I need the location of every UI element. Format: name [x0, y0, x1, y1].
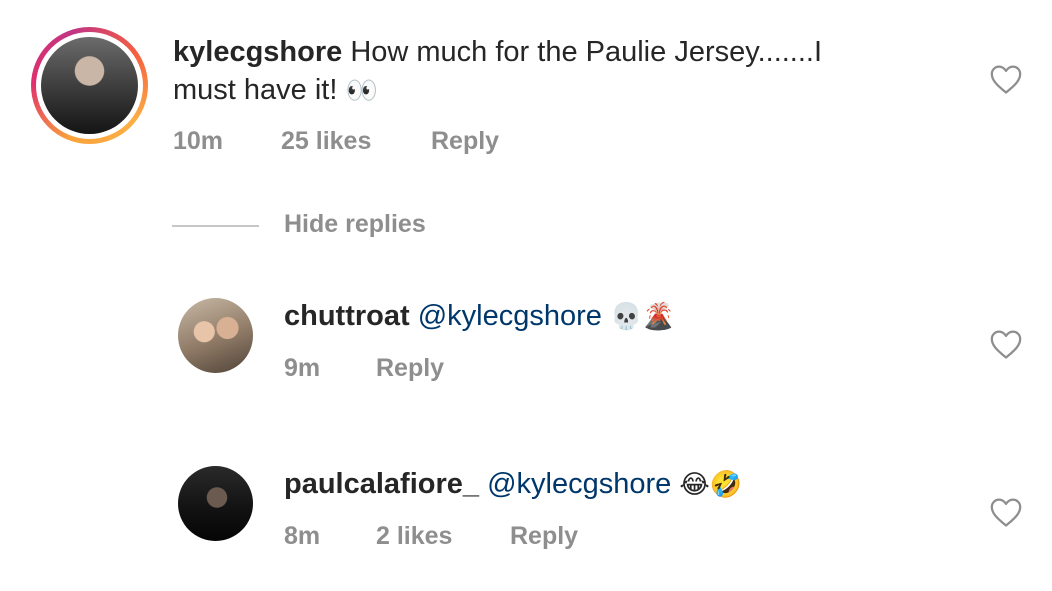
reply-text: paulcalafiore_ @kylecgshore 😂🤣: [284, 466, 742, 504]
comment-body-line1: How much for the Paulie Jersey.......I: [350, 36, 823, 68]
reply-mention[interactable]: @kylecgshore: [418, 300, 602, 332]
hide-replies-label[interactable]: Hide replies: [284, 210, 426, 239]
divider-line: [172, 225, 259, 227]
reply-item: paulcalafiore_ @kylecgshore 😂🤣 8m 2 like…: [0, 458, 1052, 568]
comment-text: kylecgshore How much for the Paulie Jers…: [173, 34, 822, 71]
comment-username[interactable]: kylecgshore: [173, 36, 342, 68]
reply-item: chuttroat @kylecgshore 💀🌋 9m Reply: [0, 290, 1052, 400]
avatar[interactable]: [41, 37, 138, 134]
laughing-emoji: 😂🤣: [679, 470, 743, 500]
reply-text: chuttroat @kylecgshore 💀🌋: [284, 298, 675, 336]
avatar[interactable]: [178, 298, 253, 373]
reply-time: 9m: [284, 354, 321, 382]
comment-time: 10m: [173, 127, 224, 155]
comment-text-line2: must have it! 👀: [173, 72, 378, 110]
story-ring[interactable]: [31, 27, 148, 144]
reply-likes[interactable]: 2 likes: [376, 522, 452, 551]
reply-time: 8m: [284, 522, 321, 550]
comment-body-line2: must have it!: [173, 74, 338, 106]
heart-outline-icon[interactable]: [989, 496, 1023, 528]
avatar[interactable]: [178, 466, 253, 541]
reply-button[interactable]: Reply: [376, 354, 444, 383]
reply-username[interactable]: paulcalafiore_: [284, 468, 479, 500]
reply-username[interactable]: chuttroat: [284, 300, 410, 332]
comment-likes[interactable]: 25 likes: [281, 127, 371, 156]
reply-button[interactable]: Reply: [510, 522, 578, 551]
comment-main: kylecgshore How much for the Paulie Jers…: [0, 0, 1052, 200]
skull-volcano-emoji: 💀🌋: [609, 302, 675, 332]
heart-outline-icon[interactable]: [989, 328, 1023, 360]
heart-outline-icon[interactable]: [989, 63, 1023, 95]
reply-mention[interactable]: @kylecgshore: [487, 468, 671, 500]
reply-button[interactable]: Reply: [431, 127, 499, 156]
eyes-emoji: 👀: [345, 76, 378, 106]
